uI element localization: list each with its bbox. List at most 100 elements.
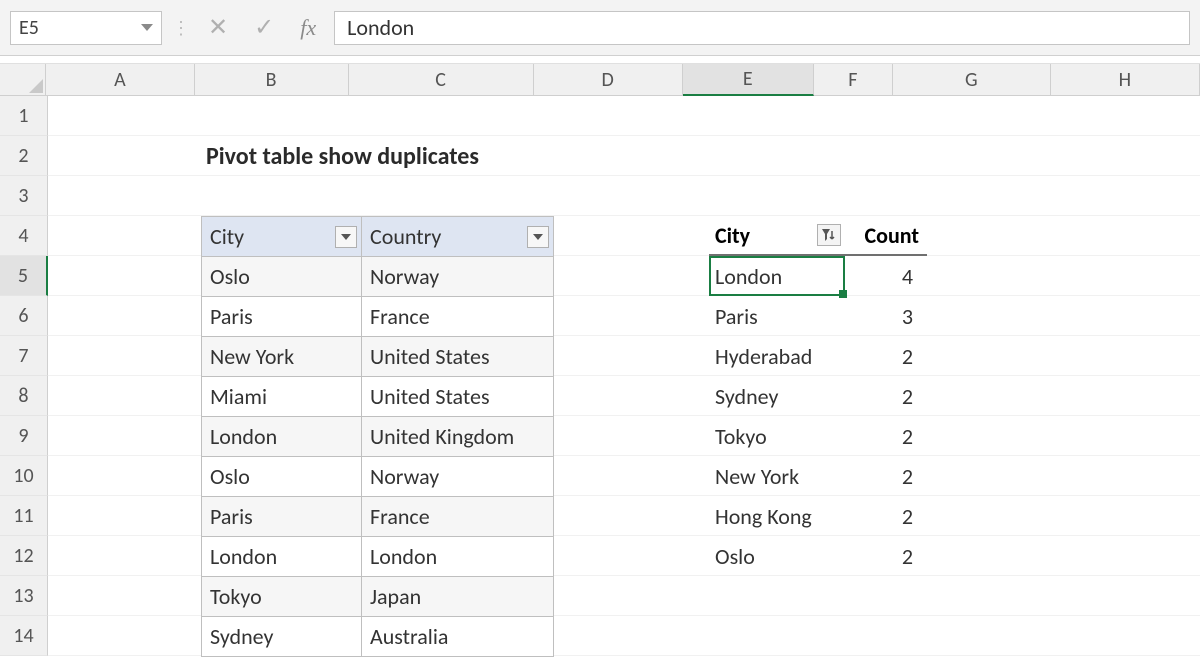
cell-city[interactable]: New York: [202, 337, 362, 377]
cell-country[interactable]: France: [362, 497, 554, 537]
cell-city[interactable]: Tokyo: [202, 577, 362, 617]
cell-country[interactable]: United States: [362, 337, 554, 377]
table-row[interactable]: LondonLondon: [202, 537, 554, 577]
cell-country[interactable]: London: [362, 537, 554, 577]
pivot-header-row: City Count: [709, 216, 927, 256]
pivot-row[interactable]: Hyderabad2: [709, 336, 927, 376]
column-header-d[interactable]: D: [534, 64, 683, 95]
cell-country[interactable]: United Kingdom: [362, 417, 554, 457]
row-header-4[interactable]: 4: [0, 216, 48, 256]
formula-input[interactable]: London: [334, 11, 1190, 45]
pivot-cell-city[interactable]: Tokyo: [709, 423, 845, 450]
cell-country[interactable]: Japan: [362, 577, 554, 617]
row-header-7[interactable]: 7: [0, 336, 48, 376]
column-header-c[interactable]: C: [349, 64, 534, 95]
column-header-e[interactable]: E: [683, 64, 814, 96]
row-header-12[interactable]: 12: [0, 536, 48, 576]
pivot-cell-city[interactable]: Paris: [709, 303, 845, 330]
pivot-row[interactable]: Hong Kong2: [709, 496, 927, 536]
row-header-6[interactable]: 6: [0, 296, 48, 336]
chevron-down-icon: [533, 234, 543, 240]
source-header-country[interactable]: Country: [362, 217, 554, 257]
table-row[interactable]: OsloNorway: [202, 257, 554, 297]
pivot-cell-city[interactable]: Oslo: [709, 543, 845, 570]
pivot-row[interactable]: Tokyo2: [709, 416, 927, 456]
pivot-row[interactable]: Oslo2: [709, 536, 927, 576]
filter-sort-icon: [821, 228, 837, 242]
divider: [0, 56, 1200, 64]
name-box-value: E5: [19, 16, 39, 40]
select-all-icon: [29, 79, 43, 93]
name-box[interactable]: E5: [10, 11, 162, 45]
cell-country[interactable]: Norway: [362, 457, 554, 497]
column-header-b[interactable]: B: [195, 64, 349, 95]
source-header-city[interactable]: City: [202, 217, 362, 257]
column-header-h[interactable]: H: [1051, 64, 1200, 95]
pivot-table[interactable]: City Count London4Paris3Hyderabad2Sydney…: [709, 216, 927, 576]
cell-country[interactable]: Norway: [362, 257, 554, 297]
select-all-corner[interactable]: [0, 64, 46, 95]
cell-city[interactable]: Oslo: [202, 457, 362, 497]
pivot-header-count[interactable]: Count: [845, 222, 927, 249]
chevron-down-icon[interactable]: [141, 24, 153, 31]
column-header-g[interactable]: G: [893, 64, 1051, 95]
row-header-13[interactable]: 13: [0, 576, 48, 616]
pivot-row[interactable]: New York2: [709, 456, 927, 496]
enter-icon[interactable]: ✓: [246, 13, 282, 42]
pivot-cell-count[interactable]: 2: [845, 503, 927, 530]
cell-city[interactable]: Paris: [202, 297, 362, 337]
row-header-10[interactable]: 10: [0, 456, 48, 496]
row-header-1[interactable]: 1: [0, 96, 48, 136]
pivot-header-city[interactable]: City: [709, 222, 845, 249]
column-header-a[interactable]: A: [46, 64, 194, 95]
row-header-8[interactable]: 8: [0, 376, 48, 416]
pivot-cell-count[interactable]: 4: [845, 263, 927, 290]
table-row[interactable]: New YorkUnited States: [202, 337, 554, 377]
pivot-cell-count[interactable]: 2: [845, 343, 927, 370]
table-row[interactable]: MiamiUnited States: [202, 377, 554, 417]
pivot-cell-city[interactable]: New York: [709, 463, 845, 490]
table-row[interactable]: OsloNorway: [202, 457, 554, 497]
cell-country[interactable]: United States: [362, 377, 554, 417]
pivot-cell-city[interactable]: London: [709, 263, 845, 290]
row-header-5[interactable]: 5: [0, 256, 48, 296]
row-header-11[interactable]: 11: [0, 496, 48, 536]
pivot-cell-count[interactable]: 2: [845, 463, 927, 490]
row-header-2[interactable]: 2: [0, 136, 48, 176]
table-row[interactable]: TokyoJapan: [202, 577, 554, 617]
formula-bar: E5 ⋮ ✕ ✓ fx London: [0, 0, 1200, 56]
cell-city[interactable]: London: [202, 417, 362, 457]
table-row[interactable]: ParisFrance: [202, 297, 554, 337]
table-row[interactable]: SydneyAustralia: [202, 617, 554, 657]
cell-city[interactable]: London: [202, 537, 362, 577]
cell-city[interactable]: Oslo: [202, 257, 362, 297]
pivot-row[interactable]: London4: [709, 256, 927, 296]
pivot-cell-city[interactable]: Hong Kong: [709, 503, 845, 530]
table-row[interactable]: ParisFrance: [202, 497, 554, 537]
insert-function-icon[interactable]: fx: [292, 15, 324, 41]
cell-country[interactable]: France: [362, 297, 554, 337]
filter-button[interactable]: [527, 226, 549, 248]
pivot-cell-count[interactable]: 2: [845, 543, 927, 570]
cell-country[interactable]: Australia: [362, 617, 554, 657]
pivot-cell-count[interactable]: 2: [845, 383, 927, 410]
source-table[interactable]: City Country OsloNorwayParisFranceNew Yo…: [201, 216, 554, 657]
pivot-cell-city[interactable]: Sydney: [709, 383, 845, 410]
row-header-14[interactable]: 14: [0, 616, 48, 656]
pivot-cell-city[interactable]: Hyderabad: [709, 343, 845, 370]
pivot-cell-count[interactable]: 2: [845, 423, 927, 450]
table-row[interactable]: LondonUnited Kingdom: [202, 417, 554, 457]
pivot-filter-button[interactable]: [817, 224, 841, 246]
pivot-row[interactable]: Sydney2: [709, 376, 927, 416]
row-header-3[interactable]: 3: [0, 176, 48, 216]
pivot-cell-count[interactable]: 3: [845, 303, 927, 330]
row-header-9[interactable]: 9: [0, 416, 48, 456]
cell-city[interactable]: Miami: [202, 377, 362, 417]
filter-button[interactable]: [335, 226, 357, 248]
cancel-icon[interactable]: ✕: [200, 13, 236, 42]
column-header-f[interactable]: F: [814, 64, 893, 95]
separator: ⋮: [172, 17, 190, 39]
cell-city[interactable]: Sydney: [202, 617, 362, 657]
cell-city[interactable]: Paris: [202, 497, 362, 537]
pivot-row[interactable]: Paris3: [709, 296, 927, 336]
